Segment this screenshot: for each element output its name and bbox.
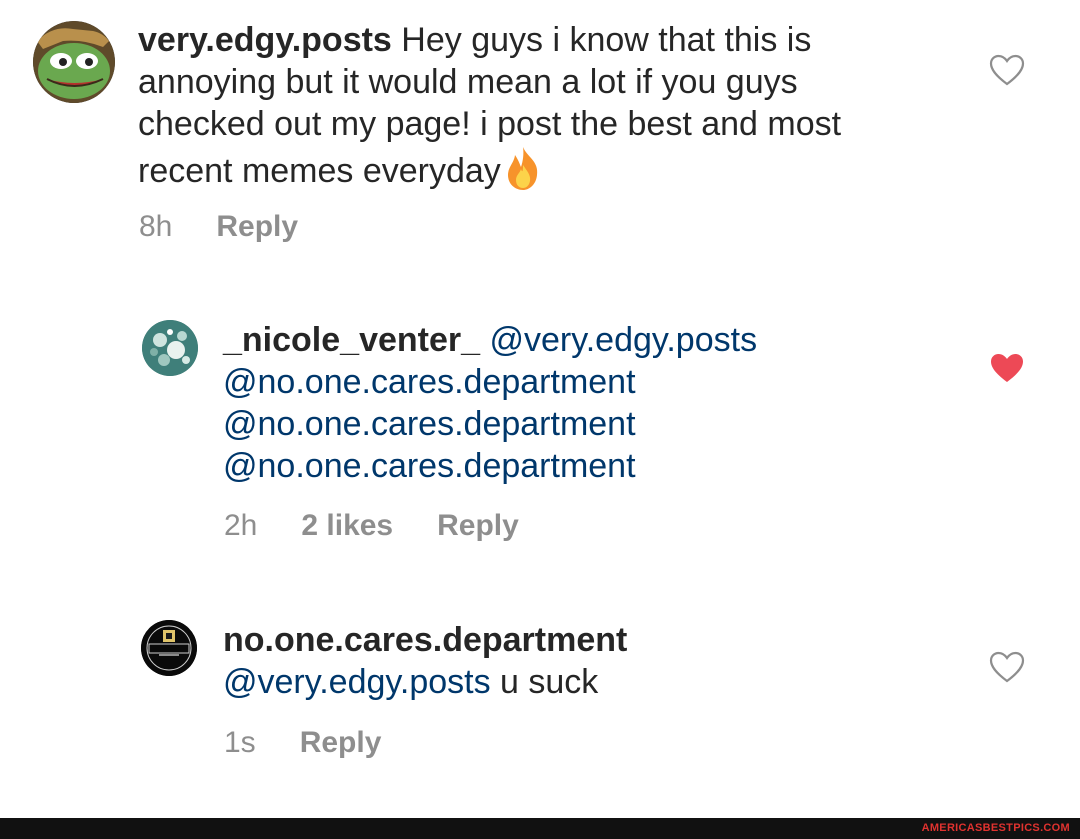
reply-button[interactable]: Reply (216, 210, 298, 244)
comment-text: _nicole_venter_ @very.edgy.posts @no.one… (223, 319, 943, 487)
timestamp: 8h (139, 210, 173, 243)
username[interactable]: no.one.cares.department (223, 621, 627, 659)
mention-link[interactable]: @no.one.cares.department (223, 363, 636, 401)
comment-body-line: annoying but it would mean a lot if you … (138, 63, 798, 101)
username[interactable]: _nicole_venter_ (223, 321, 480, 359)
avatar[interactable] (141, 620, 197, 676)
comment-2: _nicole_venter_ @very.edgy.posts @no.one… (0, 300, 1080, 560)
comment-body-line: recent memes everyday (138, 151, 501, 190)
avatar[interactable] (142, 320, 198, 376)
comment-body-line: checked out my page! i post the best and… (138, 105, 842, 143)
reply-button[interactable]: Reply (300, 726, 382, 760)
mention-link[interactable]: @no.one.cares.department (223, 447, 636, 485)
department-logo-icon (141, 620, 197, 676)
fire-icon (503, 145, 543, 201)
timestamp: 2h (224, 509, 258, 542)
watermark-bar: AMERICASBESTPICS.COM (0, 818, 1080, 839)
likes-count[interactable]: 2 likes (301, 509, 393, 543)
heart-icon[interactable] (989, 651, 1025, 683)
comment-text: very.edgy.posts Hey guys i know that thi… (138, 19, 958, 201)
comment-text: no.one.cares.department @very.edgy.posts… (223, 619, 943, 703)
glitter-avatar-icon (142, 320, 198, 376)
timestamp: 1s (224, 726, 256, 759)
comment-body-line: Hey guys i know that this is (391, 21, 812, 59)
avatar[interactable] (33, 21, 115, 103)
heart-icon[interactable] (989, 352, 1025, 384)
username[interactable]: very.edgy.posts (138, 21, 392, 59)
mention-link[interactable]: @very.edgy.posts (223, 663, 491, 701)
comment-body: u suck (490, 663, 599, 701)
reply-button[interactable]: Reply (437, 509, 519, 543)
comment-3: no.one.cares.department @very.edgy.posts… (0, 600, 1080, 800)
watermark-text: AMERICASBESTPICS.COM (921, 822, 1070, 834)
comment-meta: 2h 2 likes Reply (224, 509, 519, 543)
comment-meta: 1s Reply (224, 726, 381, 760)
heart-icon[interactable] (989, 54, 1025, 86)
comment-1: very.edgy.posts Hey guys i know that thi… (0, 0, 1080, 260)
comment-meta: 8h Reply (139, 210, 298, 244)
mention-link[interactable]: @very.edgy.posts (489, 321, 757, 359)
frog-avatar-icon (33, 21, 115, 103)
mention-link[interactable]: @no.one.cares.department (223, 405, 636, 443)
